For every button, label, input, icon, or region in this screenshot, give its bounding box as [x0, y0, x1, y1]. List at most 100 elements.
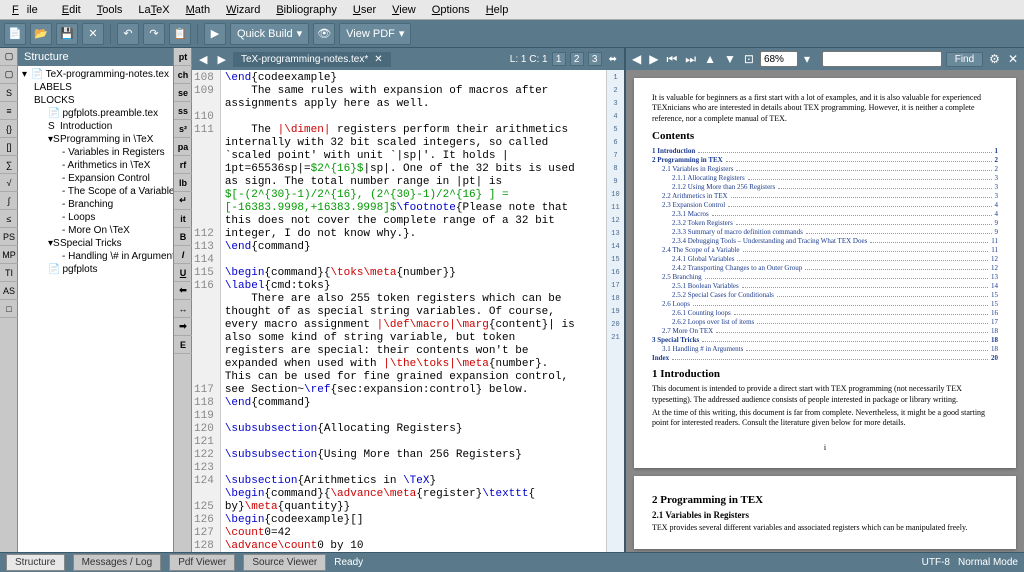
find-button[interactable]: Find	[946, 52, 983, 67]
mid-section[interactable]: se	[174, 84, 192, 102]
left-tool-11[interactable]: PS	[0, 228, 18, 246]
left-tool-9[interactable]: ∫	[0, 192, 18, 210]
status-tab-messages[interactable]: Messages / Log	[73, 554, 162, 571]
menu-edit[interactable]: Edit	[54, 2, 89, 18]
left-tool-4[interactable]: ≡	[0, 102, 18, 120]
structure-tree[interactable]: ▾📄 TeX-programming-notes.tex LABELS BLOC…	[18, 66, 173, 552]
mid-chapter[interactable]: ch	[174, 66, 192, 84]
copy-button[interactable]: 📋	[169, 23, 191, 45]
new-file-button[interactable]: 📄	[4, 23, 26, 45]
tree-item[interactable]: - The Scope of a Variable	[20, 185, 171, 198]
pdf-down-button[interactable]: ▼	[722, 52, 738, 66]
undo-button[interactable]: ↶	[117, 23, 139, 45]
document-tab[interactable]: TeX-programming-notes.tex* ✕	[233, 52, 391, 67]
pdf-up-button[interactable]: ▲	[702, 52, 718, 66]
mid-env[interactable]: E	[174, 336, 192, 354]
minimap[interactable]: 123456789101112131415161718192021	[606, 70, 624, 552]
left-tool-6[interactable]: []	[0, 138, 18, 156]
menu-latex[interactable]: LaTeX	[130, 2, 177, 18]
view-3-button[interactable]: 3	[588, 52, 602, 66]
code-editor[interactable]: 1081091101111121131141151161171181191201…	[192, 70, 624, 552]
tree-item[interactable]: - Handling \# in Arguments	[20, 250, 171, 263]
zoom-input[interactable]	[760, 51, 798, 67]
redo-button[interactable]: ↷	[143, 23, 165, 45]
left-tool-3[interactable]: S	[0, 84, 18, 102]
menu-options[interactable]: Options	[424, 2, 478, 18]
menu-tools[interactable]: Tools	[89, 2, 131, 18]
mid-label[interactable]: lb	[174, 174, 192, 192]
tree-item[interactable]: - Loops	[20, 211, 171, 224]
left-tool-8[interactable]: √	[0, 174, 18, 192]
left-tool-14[interactable]: AS	[0, 282, 18, 300]
mid-italic[interactable]: I	[174, 246, 192, 264]
left-tool-15[interactable]: □	[0, 300, 18, 318]
view-2-button[interactable]: 2	[570, 52, 584, 66]
mid-center[interactable]: ↔	[174, 300, 192, 318]
mid-subsubsection[interactable]: s²	[174, 120, 192, 138]
mid-paragraph[interactable]: pa	[174, 138, 192, 156]
mid-right[interactable]: ➡	[174, 318, 192, 336]
menu-wizard[interactable]: Wizard	[218, 2, 268, 18]
prev-tab-button[interactable]: ◀	[196, 53, 210, 66]
close-tab-button[interactable]: ✕	[374, 54, 382, 65]
tree-blocks[interactable]: BLOCKS	[20, 94, 171, 107]
mid-newline[interactable]: ↵	[174, 192, 192, 210]
pdf-first-button[interactable]: ⏮	[664, 52, 679, 67]
tree-item[interactable]: - More On \TeX	[20, 224, 171, 237]
menu-help[interactable]: Help	[478, 2, 517, 18]
build-button[interactable]: ▶	[204, 23, 226, 45]
tree-item[interactable]: - Variables in Registers	[20, 146, 171, 159]
viewpdf-dropdown[interactable]: View PDF▾	[339, 23, 411, 45]
tree-item[interactable]: 📄 pgfplots	[20, 263, 171, 276]
mid-ref[interactable]: rf	[174, 156, 192, 174]
status-tab-sourceviewer[interactable]: Source Viewer	[243, 554, 326, 571]
tree-item[interactable]: - Expansion Control	[20, 172, 171, 185]
left-tool-10[interactable]: ≤	[0, 210, 18, 228]
pdf-next-button[interactable]: ▶	[647, 52, 660, 66]
mid-part[interactable]: pt	[174, 48, 192, 66]
zoom-dropdown-icon[interactable]: ▾	[802, 52, 812, 66]
status-tab-pdfviewer[interactable]: Pdf Viewer	[169, 554, 235, 571]
quickbuild-dropdown[interactable]: Quick Build▾	[230, 23, 309, 45]
tree-item[interactable]: 📄 pgfplots.preamble.tex	[20, 107, 171, 120]
left-tool-12[interactable]: MP	[0, 246, 18, 264]
mid-bold[interactable]: B	[174, 228, 192, 246]
tree-item[interactable]: S Introduction	[20, 120, 171, 133]
code-content[interactable]: \end{codeexample} The same rules with ex…	[221, 70, 606, 552]
tree-root[interactable]: ▾📄 TeX-programming-notes.tex	[20, 68, 171, 81]
open-file-button[interactable]: 📂	[30, 23, 52, 45]
pdf-last-button[interactable]: ⏭	[683, 52, 698, 67]
view-button[interactable]: 👁	[313, 23, 335, 45]
close-button[interactable]: ✕	[82, 23, 104, 45]
menu-math[interactable]: Math	[178, 2, 218, 18]
pdf-prev-button[interactable]: ◀	[630, 52, 643, 66]
tree-item[interactable]: ▾S Special Tricks	[20, 237, 171, 250]
menu-bibliography[interactable]: Bibliography	[268, 2, 345, 18]
left-tool-13[interactable]: TI	[0, 264, 18, 282]
save-button[interactable]: 💾	[56, 23, 78, 45]
menu-view[interactable]: View	[384, 2, 424, 18]
next-tab-button[interactable]: ▶	[214, 53, 228, 66]
mid-subsection[interactable]: ss	[174, 102, 192, 120]
mid-underline[interactable]: U	[174, 264, 192, 282]
left-tool-7[interactable]: ∑	[0, 156, 18, 174]
split-button[interactable]: ⬌	[606, 54, 620, 65]
menu-file[interactable]: File	[4, 2, 54, 18]
left-tool-2[interactable]: ▢	[0, 66, 18, 84]
tree-item[interactable]: - Branching	[20, 198, 171, 211]
left-tool-1[interactable]: ▢	[0, 48, 18, 66]
pdf-fit-button[interactable]: ⊡	[742, 52, 756, 66]
tree-labels[interactable]: LABELS	[20, 81, 171, 94]
status-tab-structure[interactable]: Structure	[6, 554, 65, 571]
view-1-button[interactable]: 1	[552, 52, 566, 66]
pdf-close-button[interactable]: ✕	[1006, 52, 1020, 66]
left-tool-5[interactable]: {}	[0, 120, 18, 138]
mid-item[interactable]: it	[174, 210, 192, 228]
pdf-page-area[interactable]: It is valuable for beginners as a first …	[626, 70, 1024, 552]
pdf-menu-button[interactable]: ⚙	[987, 52, 1002, 66]
tree-item[interactable]: ▾S Programming in \TeX	[20, 133, 171, 146]
mid-left[interactable]: ⬅	[174, 282, 192, 300]
menu-user[interactable]: User	[345, 2, 384, 18]
tree-item[interactable]: - Arithmetics in \TeX	[20, 159, 171, 172]
find-input[interactable]	[822, 51, 942, 67]
